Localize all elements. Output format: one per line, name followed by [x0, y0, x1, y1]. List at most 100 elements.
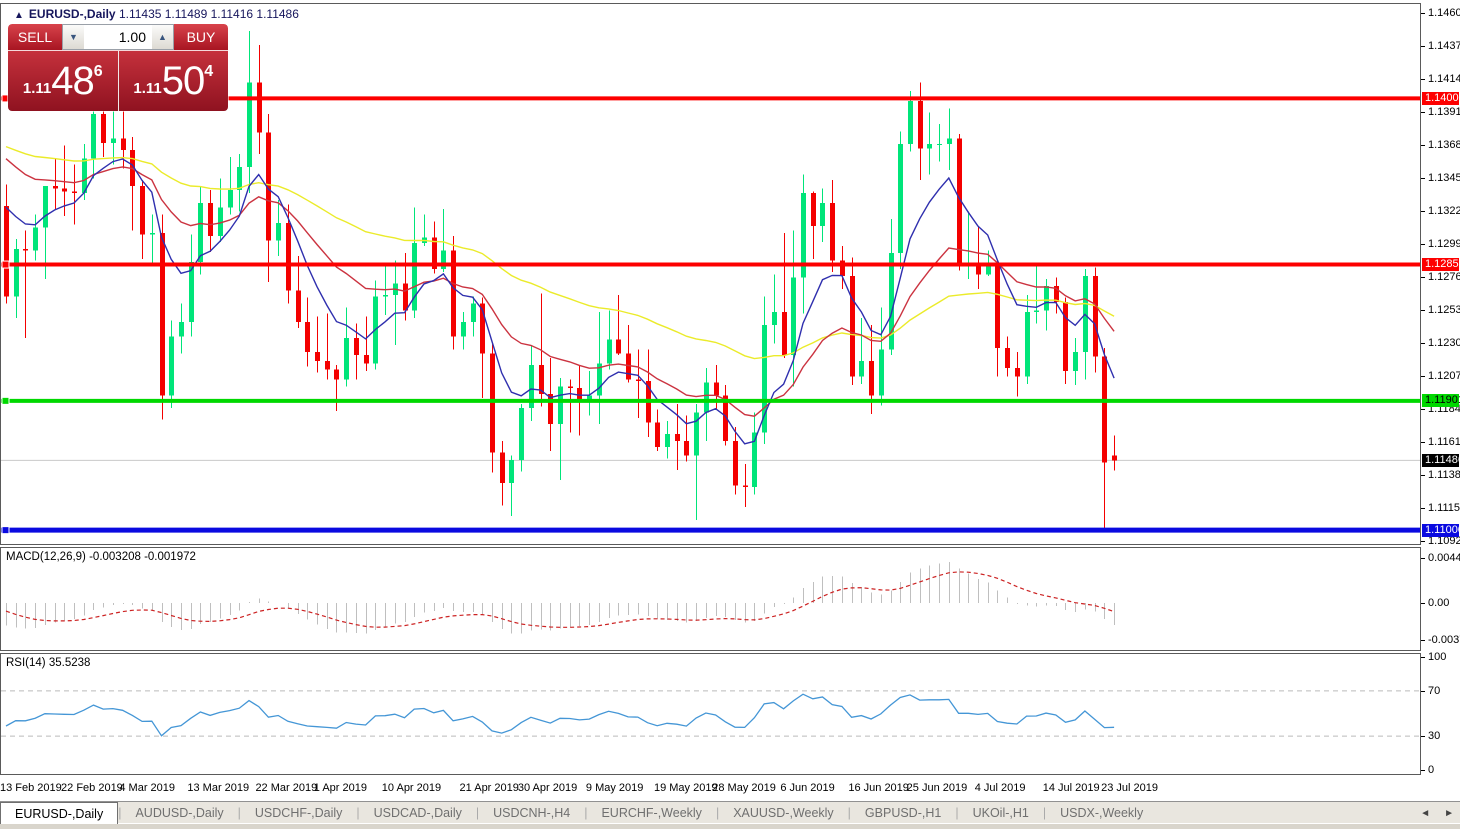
candle-body: [986, 266, 991, 275]
candle-body: [4, 206, 9, 296]
candle-body: [228, 190, 233, 207]
volume-input[interactable]: [84, 25, 152, 49]
bid-price-tile[interactable]: 1.11486: [8, 51, 119, 111]
date-tick-label: 4 Jul 2019: [975, 782, 1026, 794]
candle-body: [937, 144, 942, 145]
candle-body: [344, 338, 349, 380]
tab-scroll-right-icon[interactable]: ►: [1444, 808, 1454, 819]
rsi-value: 35.5238: [49, 657, 91, 669]
rsi-canvas: [1, 654, 1420, 774]
axis-tick: [1421, 178, 1425, 179]
volume-increase-button[interactable]: ▲: [152, 25, 173, 49]
chart-tab-bar: EURUSD-,Daily|AUDUSD-,Daily|USDCHF-,Dail…: [0, 801, 1460, 824]
candle-body: [684, 441, 689, 455]
candle-body: [568, 387, 573, 388]
chart-tab-eurusd-daily[interactable]: EURUSD-,Daily: [0, 802, 118, 824]
candle-body: [665, 434, 670, 447]
price-tick-label: 1.13685: [1428, 139, 1460, 151]
candle-body: [636, 379, 641, 380]
candle-body: [1015, 368, 1020, 377]
level-price-badge: 1.11901: [1422, 394, 1459, 407]
candle-body: [354, 338, 359, 355]
candle-body: [1025, 312, 1030, 377]
chart-tab-usdx-weekly[interactable]: USDX-,Weekly: [1046, 802, 1157, 824]
ask-price-tile[interactable]: 1.11504: [119, 51, 229, 111]
ask-price-pip: 4: [204, 63, 213, 81]
candle-body: [403, 283, 408, 310]
chart-tab-usdcnh-h4[interactable]: USDCNH-,H4: [479, 802, 584, 824]
candle-body: [548, 394, 553, 424]
candle-body: [237, 167, 242, 190]
price-tick-label: 1.12075: [1428, 370, 1460, 382]
chart-tab-xauusd-weekly[interactable]: XAUUSD-,Weekly: [719, 802, 847, 824]
line-drag-handle[interactable]: [2, 261, 9, 268]
axis-tick: [1421, 640, 1425, 641]
candle-body: [607, 339, 612, 363]
candle-body: [908, 101, 913, 144]
panel-splitter[interactable]: [0, 544, 1421, 548]
candle-body: [1044, 286, 1049, 310]
chart-tab-audusd-daily[interactable]: AUDUSD-,Daily: [121, 802, 237, 824]
bid-price-prefix: 1.11: [23, 80, 51, 97]
chart-tab-eurchf-weekly[interactable]: EURCHF-,Weekly: [587, 802, 715, 824]
macd-tick-label: 0.004465: [1428, 552, 1460, 564]
symbol-marker-icon: ▲: [14, 10, 24, 21]
axis-tick: [1421, 508, 1425, 509]
candle-body: [247, 82, 252, 167]
tab-scroll-left-icon[interactable]: ◄: [1420, 808, 1430, 819]
current-price-badge: 1.11486: [1422, 454, 1459, 467]
buy-button[interactable]: BUY: [174, 24, 228, 50]
date-axis[interactable]: 13 Feb 201922 Feb 20194 Mar 201913 Mar 2…: [0, 777, 1421, 801]
candle-body: [509, 460, 514, 483]
price-axis[interactable]: 1.146051.143751.141451.139151.136851.134…: [1421, 0, 1460, 775]
date-tick-label: 13 Mar 2019: [187, 782, 249, 794]
rsi-tick-label: 30: [1428, 730, 1440, 742]
candle-body: [364, 355, 369, 364]
axis-tick: [1421, 343, 1425, 344]
axis-tick: [1421, 736, 1425, 737]
candle-body: [782, 312, 787, 355]
date-tick-label: 25 Jun 2019: [907, 782, 968, 794]
price-tick-label: 1.13225: [1428, 205, 1460, 217]
price-tick-label: 1.13915: [1428, 106, 1460, 118]
date-tick-label: 16 Jun 2019: [848, 782, 909, 794]
date-tick-label: 22 Feb 2019: [61, 782, 123, 794]
date-tick-label: 22 Mar 2019: [255, 782, 317, 794]
candle-body: [111, 138, 116, 142]
macd-panel[interactable]: MACD(12,26,9) -0.003208 -0.001972: [0, 547, 1421, 651]
panel-splitter[interactable]: [0, 650, 1421, 654]
candle-body: [14, 249, 19, 296]
macd-canvas: [1, 548, 1420, 650]
candle-body: [898, 144, 903, 253]
axis-tick: [1421, 79, 1425, 80]
candle-body: [918, 101, 923, 148]
date-tick-label: 10 Apr 2019: [382, 782, 441, 794]
chart-tab-usdchf-daily[interactable]: USDCHF-,Daily: [241, 802, 357, 824]
line-drag-handle[interactable]: [2, 527, 9, 534]
chart-tab-usdcad-daily[interactable]: USDCAD-,Daily: [360, 802, 476, 824]
candle-body: [23, 249, 28, 250]
rsi-tick-label: 0: [1428, 764, 1434, 776]
rsi-panel[interactable]: RSI(14) 35.5238: [0, 653, 1421, 775]
rsi-line: [6, 694, 1114, 736]
candle-body: [91, 114, 96, 158]
candle-body: [1073, 352, 1078, 371]
candle-body: [150, 233, 155, 234]
rsi-tick-label: 100: [1428, 651, 1446, 663]
candle-body: [43, 186, 48, 228]
price-tick-label: 1.13455: [1428, 172, 1460, 184]
price-tick-label: 1.12765: [1428, 271, 1460, 283]
price-tick-label: 1.14375: [1428, 40, 1460, 52]
candle-body: [820, 203, 825, 226]
chart-tab-ukoil-h1[interactable]: UKOil-,H1: [959, 802, 1043, 824]
price-tick-label: 1.11385: [1428, 469, 1460, 481]
line-drag-handle[interactable]: [2, 397, 9, 404]
candle-body: [72, 192, 77, 193]
rsi-tick-label: 70: [1428, 685, 1440, 697]
candle-body: [276, 223, 281, 240]
candle-body: [140, 186, 145, 235]
sell-button[interactable]: SELL: [8, 24, 62, 50]
date-tick-label: 21 Apr 2019: [460, 782, 519, 794]
chart-tab-gbpusd-h1[interactable]: GBPUSD-,H1: [851, 802, 955, 824]
volume-decrease-button[interactable]: ▼: [63, 25, 84, 49]
